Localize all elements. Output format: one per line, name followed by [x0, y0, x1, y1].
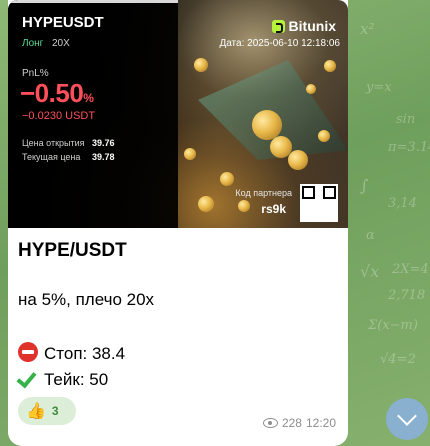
- wallpaper-doodle: α: [366, 228, 375, 243]
- trade-card-image[interactable]: HYPEUSDT Лонг 20X Bitunix Дата: 2025-06-…: [8, 0, 348, 228]
- thumbs-up-icon: 👍: [26, 403, 46, 420]
- coin-image: [194, 58, 208, 72]
- pnl-percent: −0.50%: [20, 78, 94, 108]
- wallpaper-doodle: sin: [396, 112, 416, 127]
- coin-image: [288, 150, 308, 170]
- coin-image: [318, 130, 330, 142]
- coin-image: [220, 172, 234, 186]
- open-price-row: Цена открытия 39.76: [22, 138, 132, 148]
- coin-image: [184, 148, 196, 160]
- check-mark-icon: [18, 368, 38, 388]
- no-entry-icon: [18, 342, 38, 362]
- current-price-label: Текущая цена: [22, 152, 81, 162]
- wallpaper-doodle: π=3.14: [388, 140, 430, 155]
- coin-image: [238, 200, 250, 212]
- wallpaper-doodle: Σ(x−m): [368, 318, 418, 333]
- chevron-down-icon: [397, 406, 417, 426]
- coin-image: [306, 84, 316, 94]
- wallpaper-doodle: x²: [360, 20, 375, 38]
- partner-code-label: Код партнера: [235, 188, 292, 198]
- trade-date: Дата: 2025-06-10 12:18:06: [219, 38, 340, 49]
- message-time: 12:20: [305, 416, 336, 430]
- wallpaper-doodle: √x: [360, 262, 380, 281]
- partner-code-value: rs9k: [261, 202, 286, 216]
- current-price-row: Текущая цена 39.78: [22, 152, 132, 162]
- scroll-down-button[interactable]: [386, 398, 428, 440]
- wallpaper-doodle: ∫: [360, 176, 369, 195]
- trade-pair: HYPEUSDT: [22, 14, 104, 31]
- brand-name: Bitunix: [288, 18, 336, 34]
- wallpaper-doodle: y=x: [366, 80, 392, 95]
- stop-line: Стоп: 38.4: [18, 342, 125, 364]
- reaction-button[interactable]: 👍 3: [18, 397, 76, 425]
- coin-image: [324, 60, 336, 72]
- leverage: 20X: [52, 38, 70, 49]
- coin-image: [198, 196, 214, 212]
- wallpaper-doodle: √4=2: [380, 352, 416, 367]
- pnl-usdt: −0.0230 USDT: [22, 110, 96, 122]
- eye-icon: [262, 418, 278, 428]
- wallpaper-doodle: 2,718: [388, 288, 426, 303]
- brand-logo: Bitunix: [271, 18, 336, 34]
- open-price-value: 39.76: [92, 138, 115, 148]
- take-line: Тейк: 50: [18, 368, 108, 390]
- wallpaper-doodle: 2X=4: [392, 262, 429, 277]
- bitunix-logo-icon: [271, 19, 285, 33]
- position-side: Лонг: [22, 38, 44, 49]
- open-price-label: Цена открытия: [22, 138, 85, 148]
- wallpaper-doodle: 3,14: [388, 196, 417, 211]
- current-price-value: 39.78: [92, 152, 115, 162]
- message-meta: 228 12:20: [262, 416, 336, 430]
- reaction-count: 3: [51, 404, 59, 418]
- message-title: HYPE/USDT: [18, 240, 127, 261]
- qr-code: [300, 184, 338, 222]
- take-text: Тейк: 50: [44, 370, 109, 389]
- message-bubble: HYPEUSDT Лонг 20X Bitunix Дата: 2025-06-…: [8, 0, 348, 446]
- message-line: на 5%, плечо 20х: [18, 290, 155, 309]
- stop-text: Стоп: 38.4: [44, 344, 126, 363]
- view-count: 228: [281, 416, 302, 430]
